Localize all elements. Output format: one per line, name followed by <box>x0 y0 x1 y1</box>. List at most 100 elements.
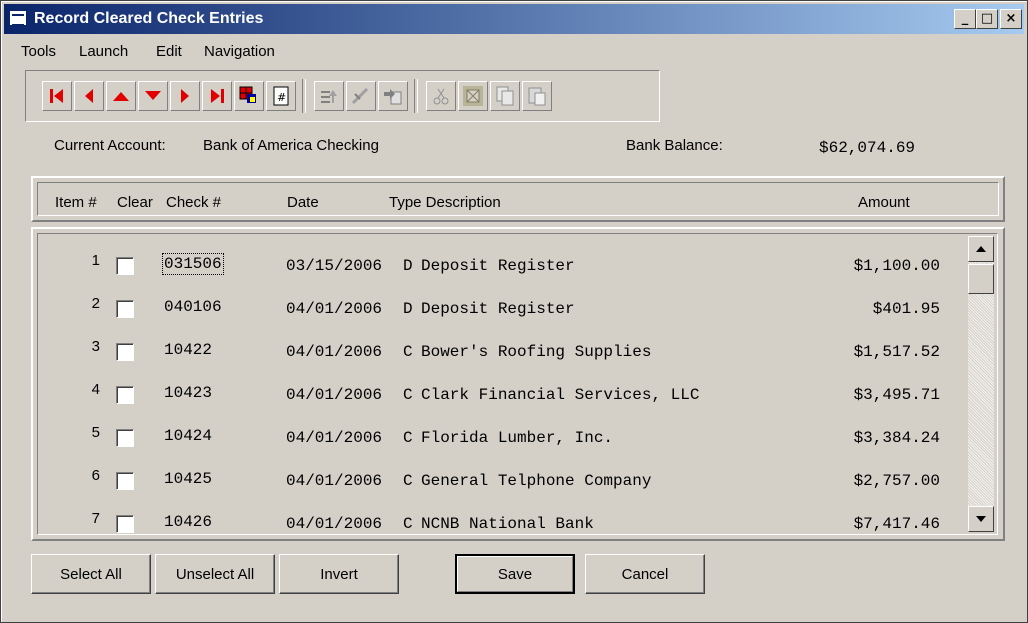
row-date: 03/15/2006 <box>286 257 383 275</box>
row-date: 04/01/2006 <box>286 386 383 404</box>
col-header-type-description: Type Description <box>389 194 501 211</box>
row-date: 04/01/2006 <box>286 343 383 361</box>
unselect-all-label: Unselect All <box>175 565 255 583</box>
sort-icon <box>321 90 337 103</box>
row-amount: $7,417.46 <box>853 515 940 533</box>
insert-button[interactable] <box>378 81 408 111</box>
calculator-icon: # <box>273 86 289 106</box>
paste-icon <box>528 87 546 106</box>
table-row[interactable]: 2 040106 04/01/2006 D Deposit Register $… <box>38 295 966 325</box>
previous-record-button[interactable] <box>74 81 104 111</box>
clear-checkbox[interactable] <box>116 429 134 447</box>
row-item-number: 4 <box>91 381 100 398</box>
save-label: Save <box>497 565 533 583</box>
clear-checkbox[interactable] <box>116 300 134 318</box>
row-type: C <box>403 386 413 404</box>
pen-icon <box>351 87 369 105</box>
bank-balance-value: $62,074.69 <box>819 139 916 157</box>
cancel-button[interactable]: Cancel <box>585 554 705 594</box>
find-button[interactable] <box>234 81 264 111</box>
scissors-icon <box>433 88 449 105</box>
row-check-number[interactable]: 10423 <box>164 384 212 402</box>
main-window: Record Cleared Check Entries _ □ × Tools… <box>0 0 1028 623</box>
sort-button[interactable] <box>314 81 344 111</box>
table-row[interactable]: 3 10422 04/01/2006 C Bower's Roofing Sup… <box>38 338 966 368</box>
clear-checkbox[interactable] <box>116 472 134 490</box>
row-check-number[interactable]: 031506 <box>162 253 224 275</box>
row-check-number[interactable]: 10426 <box>164 513 212 531</box>
copy-button[interactable] <box>490 81 520 111</box>
row-date: 04/01/2006 <box>286 300 383 318</box>
row-date: 04/01/2006 <box>286 472 383 490</box>
scroll-up-arrow-icon <box>976 246 986 252</box>
select-all-button[interactable]: Select All <box>31 554 151 594</box>
menu-edit[interactable]: Edit <box>156 43 182 60</box>
row-description: Clark Financial Services, LLC <box>421 386 700 404</box>
next-record-button[interactable] <box>170 81 200 111</box>
row-description: Deposit Register <box>421 300 575 318</box>
edit-button[interactable] <box>346 81 376 111</box>
save-button[interactable]: Save <box>455 554 575 594</box>
app-icon <box>9 10 27 26</box>
row-check-number[interactable]: 040106 <box>164 298 222 316</box>
copy-icon <box>496 86 514 106</box>
calculator-button[interactable]: # <box>266 81 296 111</box>
bank-balance-label: Bank Balance: <box>626 137 723 154</box>
window-title: Record Cleared Check Entries <box>34 10 264 27</box>
cut-button[interactable] <box>426 81 456 111</box>
row-description: Deposit Register <box>421 257 575 275</box>
row-type: C <box>403 343 413 361</box>
row-amount: $2,757.00 <box>853 472 940 490</box>
menu-tools[interactable]: Tools <box>21 43 56 60</box>
invert-button[interactable]: Invert <box>279 554 399 594</box>
last-record-button[interactable] <box>202 81 232 111</box>
table-row[interactable]: 5 10424 04/01/2006 C Florida Lumber, Inc… <box>38 424 966 454</box>
row-description: Florida Lumber, Inc. <box>421 429 614 447</box>
row-check-number[interactable]: 10425 <box>164 470 212 488</box>
col-header-check: Check # <box>166 194 222 211</box>
menu-navigation[interactable]: Navigation <box>204 43 275 60</box>
table-row[interactable]: 4 10423 04/01/2006 C Clark Financial Ser… <box>38 381 966 411</box>
clear-checkbox[interactable] <box>116 386 134 404</box>
vertical-scrollbar[interactable] <box>968 236 994 532</box>
unselect-all-button[interactable]: Unselect All <box>155 554 275 594</box>
cancel-label: Cancel <box>621 565 669 583</box>
row-type: C <box>403 429 413 447</box>
current-account-value: Bank of America Checking <box>203 137 379 154</box>
title-bar[interactable]: Record Cleared Check Entries _ □ × <box>4 4 1024 34</box>
last-record-icon <box>211 89 224 103</box>
select-all-label: Select All <box>60 565 122 583</box>
scroll-up-button[interactable] <box>968 236 994 262</box>
minimize-button[interactable]: _ <box>954 9 976 29</box>
maximize-button[interactable]: □ <box>976 9 998 29</box>
up-button[interactable] <box>106 81 136 111</box>
scrollbar-thumb[interactable] <box>968 264 994 294</box>
insert-icon <box>384 89 402 105</box>
table-row[interactable]: 1 031506 03/15/2006 D Deposit Register $… <box>38 252 966 282</box>
entries-list[interactable]: 1 031506 03/15/2006 D Deposit Register $… <box>37 233 998 535</box>
scroll-down-button[interactable] <box>968 506 994 532</box>
scroll-down-arrow-icon <box>976 516 986 522</box>
paste-button[interactable] <box>522 81 552 111</box>
row-check-number[interactable]: 10422 <box>164 341 212 359</box>
row-check-number[interactable]: 10424 <box>164 427 212 445</box>
down-arrow-icon <box>145 91 161 100</box>
first-record-button[interactable] <box>42 81 72 111</box>
invert-label: Invert <box>320 565 358 583</box>
menu-launch[interactable]: Launch <box>79 43 128 60</box>
toolbar-separator <box>302 79 306 113</box>
close-button[interactable]: × <box>1000 9 1022 29</box>
row-date: 04/01/2006 <box>286 429 383 447</box>
up-arrow-icon <box>113 92 129 101</box>
row-item-number: 7 <box>91 510 100 527</box>
table-row[interactable]: 7 10426 04/01/2006 C NCNB National Bank … <box>38 510 966 540</box>
down-button[interactable] <box>138 81 168 111</box>
clear-checkbox[interactable] <box>116 343 134 361</box>
row-amount: $3,384.24 <box>853 429 940 447</box>
column-header-panel: Item # Clear Check # Date Type Descripti… <box>31 176 1005 222</box>
clear-checkbox[interactable] <box>116 515 134 533</box>
table-row[interactable]: 6 10425 04/01/2006 C General Telphone Co… <box>38 467 966 497</box>
row-date: 04/01/2006 <box>286 515 383 533</box>
clear-checkbox[interactable] <box>116 257 134 275</box>
delete-button[interactable] <box>458 81 488 111</box>
